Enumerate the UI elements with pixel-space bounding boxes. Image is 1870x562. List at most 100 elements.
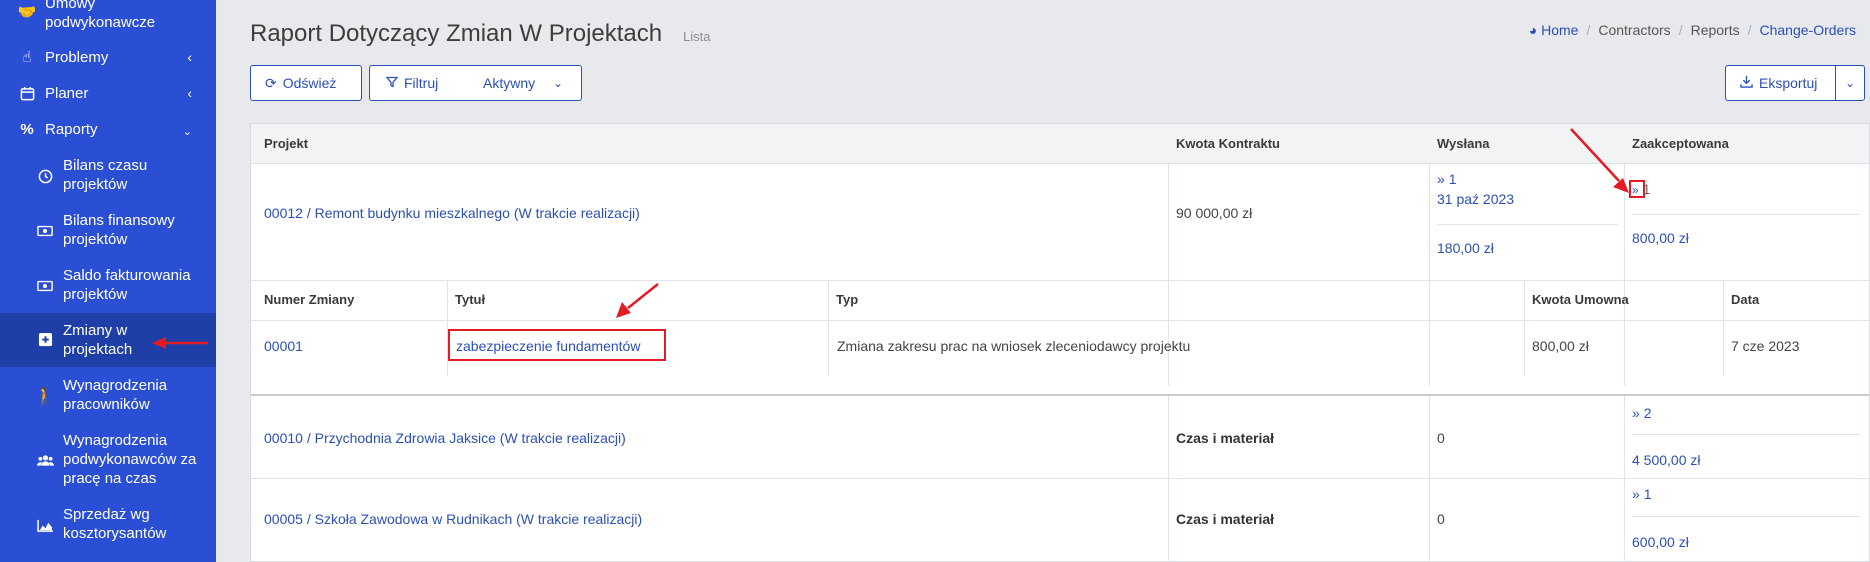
- column-divider: [447, 280, 448, 376]
- column-divider: [828, 280, 829, 376]
- sent-count[interactable]: » 1: [1437, 171, 1456, 187]
- filter-icon: [385, 75, 399, 91]
- contract-amount: Czas i materiał: [1176, 511, 1275, 527]
- sent-count: 0: [1437, 511, 1445, 527]
- cell-divider: [1632, 434, 1860, 435]
- change-amount: 800,00 zł: [1532, 338, 1589, 354]
- project-link[interactable]: 00012 / Remont budynku mieszkalnego (W t…: [264, 205, 640, 221]
- export-divider: [1835, 66, 1836, 100]
- contract-amount: Czas i materiał: [1176, 430, 1275, 446]
- column-divider: [1624, 396, 1625, 562]
- download-icon: [1740, 75, 1753, 91]
- sidebar-item-planner[interactable]: Planer ‹: [0, 84, 216, 106]
- double-chevron-icon: »: [1632, 405, 1640, 421]
- sidebar-item-problems[interactable]: ☝ Problemy ‹: [0, 48, 216, 70]
- column-divider: [1524, 280, 1525, 376]
- chevron-left-icon: ‹: [187, 85, 192, 101]
- project-link[interactable]: 00005 / Szkoła Zawodowa w Rudnikach (W t…: [264, 511, 642, 527]
- title-highlight: [448, 329, 666, 361]
- row-divider: [251, 394, 1869, 396]
- col-accepted: Zaakceptowana: [1632, 136, 1729, 151]
- breadcrumb: ◕ Home / Contractors / Reports / Change-…: [1529, 22, 1856, 38]
- plus-square-icon: [36, 330, 54, 348]
- money-icon: [36, 222, 54, 240]
- sidebar-item-financial-balance[interactable]: Bilans finansowy projektów: [0, 211, 216, 253]
- col-contract-amount: Kwota Kontraktu: [1176, 136, 1280, 151]
- annotation-arrow-icon: [1570, 128, 1629, 193]
- sidebar-item-subcontractor-salaries[interactable]: Wynagrodzenia podwykonawców za pracę na …: [0, 431, 216, 491]
- hand-pointer-icon: ☝: [22, 48, 32, 66]
- sent-date: 31 paź 2023: [1437, 191, 1515, 207]
- accepted-value: 4 500,00 zł: [1632, 452, 1701, 468]
- clock-icon: [36, 167, 54, 185]
- project-link[interactable]: 00010 / Przychodnia Zdrowia Jaksice (W t…: [264, 430, 626, 446]
- breadcrumb-separator: /: [1747, 22, 1752, 38]
- handshake-icon: 🤝: [17, 3, 37, 21]
- sidebar-item-invoicing-balance[interactable]: Saldo fakturowania projektów: [0, 266, 216, 308]
- export-button[interactable]: Eksportuj ⌄: [1725, 65, 1865, 101]
- dashboard-icon: ◕: [1528, 22, 1538, 38]
- sent-value: 180,00 zł: [1437, 240, 1494, 256]
- cell-divider: [1632, 214, 1860, 215]
- filter-label: Filtruj: [404, 75, 439, 91]
- sidebar-item-subcontracts[interactable]: 🤝 Umowy podwykonawcze: [0, 0, 216, 34]
- money-icon: [36, 277, 54, 295]
- sidebar-item-label: Zmiany w projektach: [63, 322, 133, 358]
- accepted-count[interactable]: » 2: [1632, 405, 1651, 421]
- change-type: Zmiana zakresu prac na wniosek zleceniod…: [837, 338, 1191, 354]
- annotation-arrow-icon: [616, 283, 659, 318]
- change-date: 7 cze 2023: [1731, 338, 1800, 354]
- sidebar-item-label: Planer: [45, 85, 89, 102]
- chevron-down-icon: ⌄: [552, 76, 563, 90]
- breadcrumb-reports[interactable]: Reports: [1691, 22, 1740, 38]
- sidebar-item-sales-by-estimator[interactable]: Sprzedaż wg kosztorysantów: [0, 505, 216, 547]
- accepted-count[interactable]: » 1: [1632, 486, 1651, 502]
- breadcrumb-separator: /: [1586, 22, 1591, 38]
- column-divider: [1168, 396, 1169, 562]
- sidebar-item-reports[interactable]: % Raporty ⌄: [0, 120, 216, 142]
- refresh-icon: ⟳: [265, 74, 277, 91]
- filter-value: Aktywny: [483, 75, 536, 91]
- sent-count: 0: [1437, 430, 1445, 446]
- calendar-icon: [18, 84, 36, 102]
- contract-amount: 90 000,00 zł: [1176, 205, 1253, 221]
- breadcrumb-home[interactable]: ◕ Home: [1529, 22, 1579, 38]
- col-contract-value: Kwota Umowna: [1532, 292, 1629, 307]
- sidebar-item-employee-salaries[interactable]: 🚶 Wynagrodzenia pracowników: [0, 376, 216, 418]
- col-change-number: Numer Zmiany: [264, 292, 355, 307]
- users-icon: [36, 451, 54, 469]
- filter-button[interactable]: Filtruj Aktywny ⌄: [369, 65, 582, 101]
- sidebar-item-label: Bilans finansowy projektów: [63, 212, 175, 248]
- refresh-label: Odśwież: [282, 75, 337, 91]
- sidebar-item-time-balance[interactable]: Bilans czasu projektów: [0, 156, 216, 198]
- export-label: Eksportuj: [1759, 75, 1818, 91]
- breadcrumb-contractors[interactable]: Contractors: [1598, 22, 1670, 38]
- child-icon: 🚶: [34, 386, 56, 406]
- accepted-value: 600,00 zł: [1632, 534, 1689, 550]
- sidebar-item-label: Umowy podwykonawcze: [45, 0, 156, 31]
- chevron-down-icon[interactable]: ⌄: [1845, 76, 1855, 90]
- row-divider: [251, 280, 1869, 281]
- double-chevron-icon: »: [1437, 171, 1445, 187]
- col-project: Projekt: [264, 136, 309, 151]
- column-divider: [1429, 396, 1430, 562]
- accepted-value: 800,00 zł: [1632, 230, 1689, 246]
- col-type: Typ: [836, 292, 859, 307]
- chevron-down-icon: ⌄: [182, 126, 192, 138]
- row-divider: [251, 478, 1869, 479]
- sidebar-item-label: Sprzedaż wg kosztorysantów: [63, 506, 167, 542]
- col-date: Data: [1731, 292, 1760, 307]
- sidebar-item-label: Bilans czasu projektów: [63, 157, 148, 193]
- col-title: Tytuł: [455, 292, 486, 307]
- percent-icon: %: [20, 120, 34, 138]
- column-divider: [1723, 280, 1724, 376]
- change-number-link[interactable]: 00001: [264, 338, 303, 354]
- breadcrumb-change-orders[interactable]: Change-Orders: [1760, 22, 1857, 38]
- chevron-left-icon: ‹: [187, 49, 192, 65]
- area-chart-icon: [36, 516, 54, 534]
- sidebar-item-label: Saldo fakturowania projektów: [63, 267, 191, 303]
- sidebar-item-label: Problemy: [45, 49, 109, 66]
- refresh-button[interactable]: ⟳ Odśwież: [250, 65, 362, 101]
- sidebar-item-label: Wynagrodzenia podwykonawców za pracę na …: [63, 432, 197, 487]
- annotation-arrow-icon: [152, 337, 208, 349]
